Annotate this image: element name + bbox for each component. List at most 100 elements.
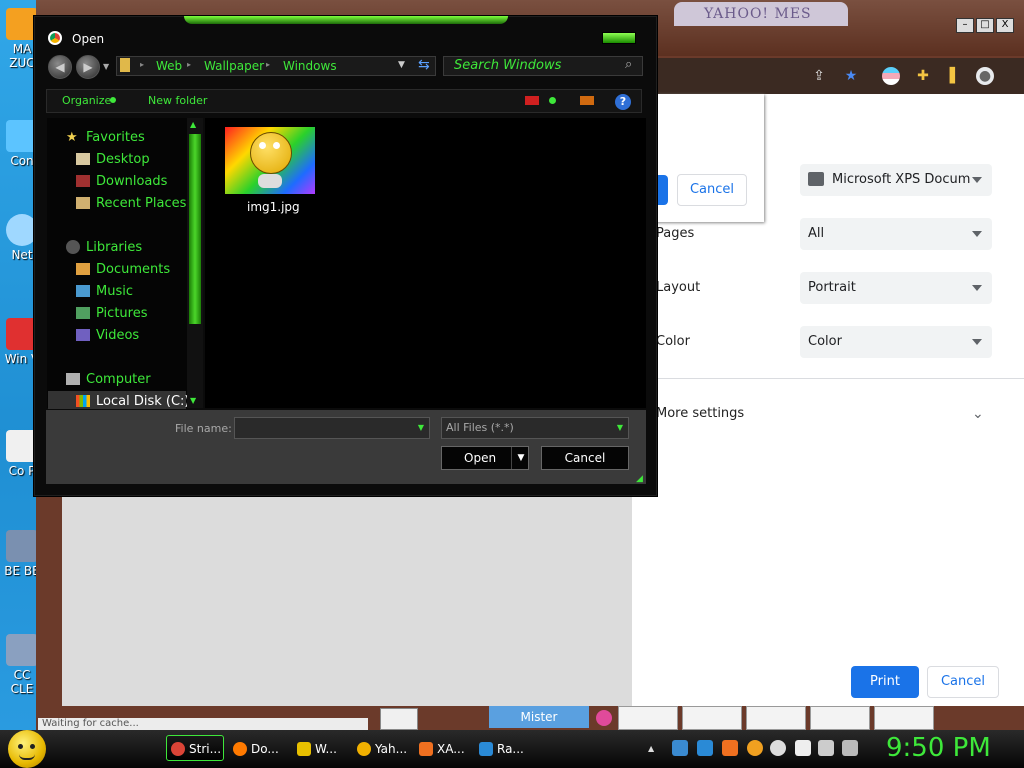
- more-settings-toggle[interactable]: More settings: [656, 406, 744, 421]
- taskbar-item-xampp[interactable]: XA...: [414, 735, 470, 761]
- nav-desktop[interactable]: Desktop: [96, 152, 150, 167]
- web-tab[interactable]: [874, 706, 934, 730]
- web-tab[interactable]: [746, 706, 806, 730]
- tray-flag-icon[interactable]: [795, 740, 811, 756]
- address-dropdown-icon[interactable]: ▼: [398, 60, 405, 70]
- chevron-down-icon[interactable]: ▼: [613, 418, 627, 438]
- taskbar-item-ra[interactable]: Ra...: [474, 735, 530, 761]
- nav-recent-places[interactable]: Recent Places: [96, 196, 186, 211]
- layout-value: Portrait: [808, 280, 856, 295]
- account-icon[interactable]: ●: [976, 67, 994, 85]
- mister-button[interactable]: Mister: [489, 706, 589, 728]
- file-name-dropdown-icon[interactable]: ▼: [413, 418, 429, 438]
- help-icon[interactable]: ?: [615, 94, 631, 110]
- mascot-eye: [273, 142, 280, 149]
- taskbar-item-yahoo[interactable]: Yah...: [352, 735, 410, 761]
- firefox-icon: [233, 742, 247, 756]
- tray-network-icon[interactable]: [672, 740, 688, 756]
- organize-menu[interactable]: Organize: [62, 94, 111, 107]
- share-icon[interactable]: ⇪: [810, 67, 828, 85]
- ccleaner-icon: [6, 634, 38, 666]
- tray-xampp-icon[interactable]: [722, 740, 738, 756]
- folder-icon: [120, 58, 130, 72]
- breadcrumb-separator-icon: ▸: [140, 60, 145, 69]
- desktop-icon-label: Net: [11, 248, 33, 262]
- web-tab[interactable]: [810, 706, 870, 730]
- breadcrumb-windows[interactable]: Windows: [283, 59, 337, 73]
- extensions-icon[interactable]: ✚: [914, 67, 932, 85]
- mascot-feet: [258, 174, 282, 188]
- breadcrumb-web[interactable]: Web: [156, 59, 182, 73]
- smiley-eye: [18, 744, 23, 749]
- search-icon[interactable]: ⌕: [625, 57, 632, 72]
- dialog-close-button[interactable]: [602, 32, 636, 44]
- destination-select[interactable]: Microsoft XPS Docum: [800, 164, 992, 196]
- history-chevron-icon[interactable]: ▼: [103, 62, 109, 71]
- view-dropdown-icon[interactable]: [549, 97, 556, 104]
- pages-select[interactable]: All: [800, 218, 992, 250]
- sidebar-icon[interactable]: ▌: [946, 67, 964, 85]
- taskbar-clock[interactable]: 9:50 PM: [886, 733, 991, 763]
- web-tab[interactable]: [618, 706, 678, 730]
- nav-scrollbar-thumb[interactable]: [189, 134, 201, 324]
- minimize-button[interactable]: –: [956, 18, 974, 33]
- refresh-icon[interactable]: ⇆: [418, 57, 430, 73]
- nav-pictures[interactable]: Pictures: [96, 306, 147, 321]
- back-button[interactable]: ◀: [48, 55, 72, 79]
- tray-messenger-icon[interactable]: [770, 740, 786, 756]
- popup-cancel-button[interactable]: Cancel: [677, 174, 747, 206]
- maximize-button[interactable]: □: [976, 18, 994, 33]
- resize-grip-icon[interactable]: ◢: [636, 474, 644, 484]
- nav-local-disk[interactable]: Local Disk (C:): [96, 394, 189, 409]
- nav-computer[interactable]: Computer: [86, 372, 151, 387]
- taskbar-label: Ra...: [497, 742, 524, 756]
- web-tab[interactable]: [682, 706, 742, 730]
- chevron-down-icon: [972, 177, 982, 183]
- nav-videos[interactable]: Videos: [96, 328, 139, 343]
- taskbar-item-firefox[interactable]: Do...: [228, 735, 286, 761]
- preview-pane-icon[interactable]: [580, 96, 594, 105]
- nav-documents[interactable]: Documents: [96, 262, 170, 277]
- close-button[interactable]: X: [996, 18, 1014, 33]
- tray-expand-icon[interactable]: ▲: [648, 744, 654, 753]
- forward-button[interactable]: ▶: [76, 55, 100, 79]
- profile-flag-icon[interactable]: [882, 67, 900, 85]
- mascot-image: [250, 132, 292, 174]
- scroll-down-icon[interactable]: ▼: [190, 396, 196, 405]
- page-thumbnail[interactable]: [380, 708, 418, 730]
- nav-libraries[interactable]: Libraries: [86, 240, 142, 255]
- color-select[interactable]: Color: [800, 326, 992, 358]
- dialog-title: Open: [72, 32, 105, 46]
- new-folder-button[interactable]: New folder: [148, 94, 207, 107]
- nav-favorites[interactable]: Favorites: [86, 130, 145, 145]
- file-name-input[interactable]: [234, 417, 430, 439]
- divider: [632, 378, 1024, 379]
- browser-tab[interactable]: YAHOO! MES: [674, 2, 848, 26]
- breadcrumb-wallpaper[interactable]: Wallpaper: [204, 59, 264, 73]
- dropdown-dot-icon: [110, 97, 116, 103]
- mascot-eye: [259, 142, 266, 149]
- search-input[interactable]: Search Windows: [443, 56, 643, 76]
- print-button[interactable]: Print: [851, 666, 919, 698]
- open-split-dropdown-icon[interactable]: ▼: [511, 447, 530, 469]
- status-bubble: Waiting for cache...: [38, 718, 368, 730]
- tray-shield-icon[interactable]: [697, 740, 713, 756]
- nav-music[interactable]: Music: [96, 284, 133, 299]
- cancel-button[interactable]: Cancel: [927, 666, 999, 698]
- layout-select[interactable]: Portrait: [800, 272, 992, 304]
- bookmark-star-icon[interactable]: ★: [842, 67, 860, 85]
- tray-search-icon[interactable]: [747, 740, 763, 756]
- file-type-select[interactable]: All Files (*.*): [441, 417, 629, 439]
- taskbar-item-chrome[interactable]: Stri...: [166, 735, 224, 761]
- start-button[interactable]: [8, 730, 46, 768]
- tray-monitor-icon[interactable]: [818, 740, 834, 756]
- taskbar-item-explorer[interactable]: W...: [292, 735, 344, 761]
- dialog-cancel-button[interactable]: Cancel: [541, 446, 629, 470]
- scroll-up-icon[interactable]: ▲: [190, 120, 196, 129]
- nav-downloads[interactable]: Downloads: [96, 174, 167, 189]
- chevron-down-icon[interactable]: ⌄: [972, 406, 986, 422]
- volume-icon[interactable]: [842, 740, 858, 756]
- file-name-label[interactable]: img1.jpg: [247, 200, 300, 214]
- view-icon[interactable]: [525, 96, 539, 105]
- xampp-icon: [419, 742, 433, 756]
